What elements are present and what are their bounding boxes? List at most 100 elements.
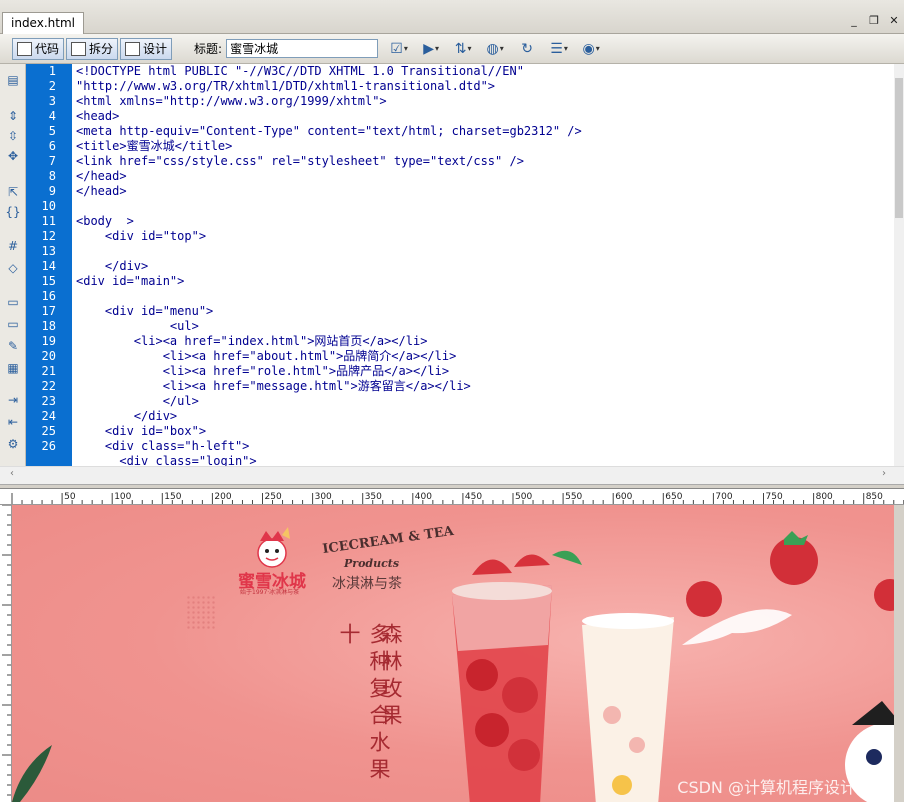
code-line[interactable]: </div>: [72, 409, 894, 424]
highlight-invalid-code-icon[interactable]: ◇: [4, 260, 22, 276]
scroll-right-icon[interactable]: ›: [882, 468, 886, 479]
code-line[interactable]: <head>: [72, 109, 894, 124]
brand-products-label: Products: [344, 557, 400, 570]
code-line[interactable]: <li><a href="index.html">网站首页</a></li>: [72, 334, 894, 349]
ruler-label: 700: [715, 492, 732, 502]
code-line[interactable]: </ul>: [72, 394, 894, 409]
line-numbers-icon[interactable]: #: [4, 238, 22, 254]
visual-aids-button[interactable]: ◉ ▾: [580, 39, 602, 59]
design-view-icon: [125, 41, 141, 56]
browser-compat-button[interactable]: ▶ ▾: [420, 39, 442, 59]
line-number: 20: [41, 349, 56, 363]
code-line[interactable]: <link href="css/style.css" rel="styleshe…: [72, 154, 894, 169]
code-line[interactable]: <li><a href="message.html">游客留言</a></li>: [72, 379, 894, 394]
code-line[interactable]: </head>: [72, 169, 894, 184]
coding-toolbar: ▤ ⇕ ⇳ ✥ ⇱ {} # ◇ ▭ ▭ ✎ ▦ ⇥ ⇤ ⚙: [0, 64, 26, 466]
line-number: 24: [41, 409, 56, 423]
code-line[interactable]: <title>蜜雪冰城</title>: [72, 139, 894, 154]
scrollbar-thumb[interactable]: [895, 78, 903, 218]
code-line[interactable]: </head>: [72, 184, 894, 199]
view-options-button[interactable]: ☰ ▾: [548, 39, 570, 59]
leaf-decoration: [12, 745, 52, 802]
ruler-label: 100: [114, 492, 131, 502]
eye-icon: ◉: [582, 40, 595, 57]
code-line[interactable]: [72, 244, 894, 259]
check-icon: ☑: [390, 40, 403, 57]
line-number: 13: [41, 244, 56, 258]
outdent-code-icon[interactable]: ⇤: [4, 414, 22, 430]
code-line[interactable]: <div id="menu">: [72, 304, 894, 319]
logo-tagline: 始于1997·冰淇淋与茶: [240, 589, 300, 596]
file-management-button[interactable]: ⇅ ▾: [452, 39, 474, 59]
code-line[interactable]: [72, 199, 894, 214]
ruler-label: 350: [365, 492, 382, 502]
remove-comment-icon[interactable]: ▭: [4, 316, 22, 332]
code-line[interactable]: <li><a href="about.html">品牌简介</a></li>: [72, 349, 894, 364]
format-source-icon[interactable]: ⚙: [4, 436, 22, 452]
line-number: 7: [48, 154, 56, 168]
restore-button[interactable]: ❐: [868, 14, 880, 27]
ruler-label: 50: [64, 492, 76, 502]
code-line[interactable]: <ul>: [72, 319, 894, 334]
code-line[interactable]: </div>: [72, 259, 894, 274]
code-view-icon: [17, 41, 32, 56]
document-tab[interactable]: index.html: [2, 12, 84, 34]
apply-comment-icon[interactable]: ▭: [4, 294, 22, 310]
code-editor[interactable]: <!DOCTYPE html PUBLIC "-//W3C//DTD XHTML…: [72, 64, 894, 466]
code-line[interactable]: <li><a href="role.html">品牌产品</a></li>: [72, 364, 894, 379]
collapse-selection-icon[interactable]: ⇳: [4, 128, 22, 144]
vertical-slogan-right: 森林玫果: [379, 623, 403, 731]
document-tab-bar: index.html _ ❐ ✕: [0, 0, 904, 34]
ruler-label: 450: [465, 492, 482, 502]
indent-code-icon[interactable]: ⇥: [4, 392, 22, 408]
code-vertical-scrollbar[interactable]: [894, 64, 904, 466]
design-view-preview[interactable]: 蜜雪冰城 始于1997·冰淇淋与茶 ICECREAM & TEA Product…: [12, 505, 894, 802]
ruler-label: 250: [265, 492, 282, 502]
code-line[interactable]: <!DOCTYPE html PUBLIC "-//W3C//DTD XHTML…: [72, 64, 894, 79]
design-view-button[interactable]: 设计: [120, 37, 173, 60]
split-view-label: 拆分: [89, 42, 114, 56]
preview-in-browser-button[interactable]: ◍ ▾: [484, 39, 506, 59]
close-button[interactable]: ✕: [888, 14, 900, 27]
line-number: 14: [41, 259, 56, 273]
ruler-label: 400: [415, 492, 432, 502]
minimize-button[interactable]: _: [848, 14, 860, 27]
select-parent-tag-icon[interactable]: ⇱: [4, 184, 22, 200]
wrap-tag-icon[interactable]: ✎: [4, 338, 22, 354]
refresh-button[interactable]: ↻: [516, 39, 538, 59]
code-line[interactable]: "http://www.w3.org/TR/xhtml1/DTD/xhtml1-…: [72, 79, 894, 94]
line-number: 3: [48, 94, 56, 108]
compat-icon: ▶: [423, 40, 434, 57]
recent-snippets-icon[interactable]: ▦: [4, 360, 22, 376]
code-line[interactable]: <html xmlns="http://www.w3.org/1999/xhtm…: [72, 94, 894, 109]
ruler-label: 300: [315, 492, 332, 502]
scroll-left-icon[interactable]: ‹: [10, 468, 14, 479]
line-number: 23: [41, 394, 56, 408]
code-line[interactable]: <div id="main">: [72, 274, 894, 289]
balance-braces-icon[interactable]: {}: [4, 204, 22, 220]
line-number: 4: [48, 109, 56, 123]
code-line[interactable]: <meta http-equiv="Content-Type" content=…: [72, 124, 894, 139]
open-documents-icon[interactable]: ▤: [4, 72, 22, 88]
line-number: 16: [41, 289, 56, 303]
code-line[interactable]: [72, 289, 894, 304]
expand-all-icon[interactable]: ✥: [4, 148, 22, 164]
line-number: 6: [48, 139, 56, 153]
collapse-tag-icon[interactable]: ⇕: [4, 108, 22, 124]
refresh-icon: ↻: [521, 40, 533, 57]
vertical-ruler: [0, 505, 12, 802]
page-title-input[interactable]: [226, 39, 379, 58]
line-number: 9: [48, 184, 56, 198]
validate-markup-button[interactable]: ☑ ▾: [388, 39, 410, 59]
code-line[interactable]: <div id="top">: [72, 229, 894, 244]
code-line[interactable]: <body >: [72, 214, 894, 229]
code-line[interactable]: <div id="box">: [72, 424, 894, 439]
code-horizontal-scrollbar[interactable]: ‹ ›: [0, 466, 904, 484]
split-view-button[interactable]: 拆分: [66, 37, 119, 60]
vertical-ruler-ticks: [2, 505, 11, 796]
ruler-label: 550: [565, 492, 582, 502]
split-view-icon: [71, 41, 87, 56]
code-view-button[interactable]: 代码: [12, 37, 65, 60]
code-line[interactable]: <div class="h-left">: [72, 439, 894, 454]
code-line[interactable]: <div class="login">: [72, 454, 894, 466]
